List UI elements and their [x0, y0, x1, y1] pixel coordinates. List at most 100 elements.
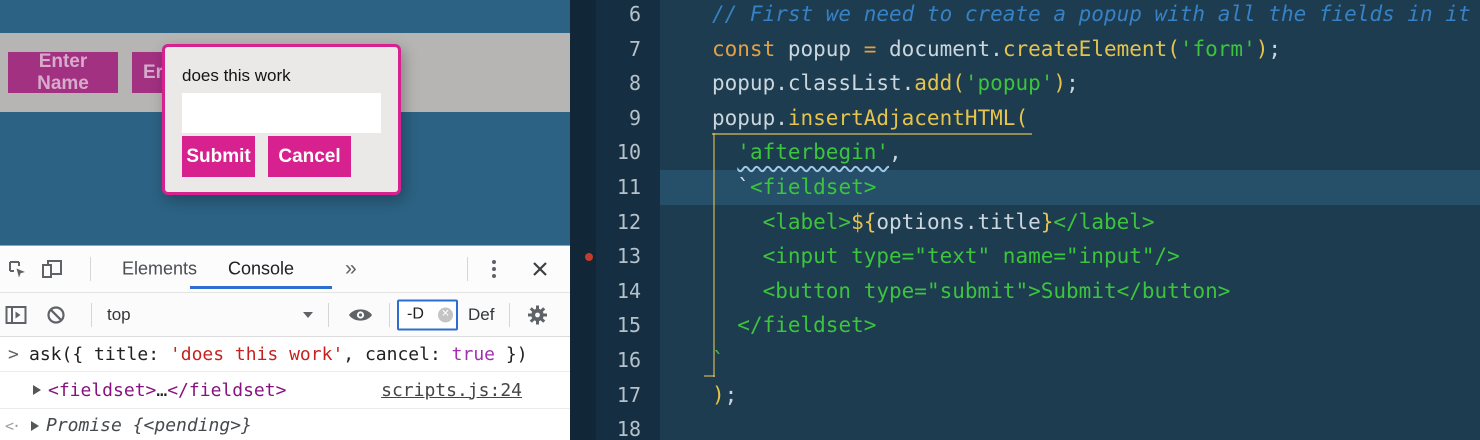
context-selector[interactable]: top — [107, 305, 131, 325]
text-segment: = — [864, 37, 877, 61]
code-text: 'afterbegin', — [660, 135, 902, 170]
popup-dialog: does this work Submit Cancel — [162, 44, 401, 195]
clear-filter-icon[interactable]: ✕ — [438, 307, 453, 322]
code-line: 17); — [570, 378, 1480, 413]
line-number[interactable]: 11 — [570, 170, 660, 205]
text-segment: </fieldset> — [167, 380, 286, 401]
tab-console[interactable]: Console — [190, 259, 332, 280]
line-number[interactable]: 9 — [570, 101, 660, 136]
text-segment — [712, 244, 763, 268]
text-segment: ${ — [851, 210, 876, 234]
text-segment: <input type="text" name="input"/> — [763, 244, 1180, 268]
console-input-chevron: > — [8, 344, 29, 365]
text-segment: ) — [712, 383, 725, 407]
inspect-icon[interactable] — [6, 258, 28, 280]
code-line: 12 <label>${options.title}</label> — [570, 205, 1480, 240]
line-number[interactable]: 6 — [570, 0, 660, 32]
cancel-button[interactable]: Cancel — [268, 136, 351, 177]
eye-icon[interactable] — [348, 306, 373, 323]
text-segment: <label> — [763, 210, 852, 234]
submit-button[interactable]: Submit — [182, 136, 255, 177]
line-number[interactable]: 13 — [570, 239, 660, 274]
text-segment: options.title — [876, 210, 1040, 234]
console-sidebar-icon[interactable] — [5, 305, 27, 324]
text-segment: 'afterbegin' — [737, 140, 889, 164]
text-segment: 'form' — [1180, 37, 1256, 61]
dropdown-caret-icon[interactable] — [303, 312, 313, 318]
text-segment: </fieldset> — [737, 313, 876, 337]
code-text: // First we need to create a popup with … — [660, 0, 1471, 32]
expand-triangle-icon[interactable] — [33, 385, 41, 395]
devtools-panel: Elements Console » — [0, 245, 570, 440]
code-text: ` — [660, 343, 725, 378]
browser-page: Enter Name Er does this work Submit Canc… — [0, 0, 570, 440]
console-message-text: <fieldset>…</fieldset> — [48, 380, 286, 401]
tab-elements[interactable]: Elements — [122, 259, 197, 280]
text-segment: createElement — [1003, 37, 1167, 61]
divider — [467, 257, 468, 281]
divider — [90, 257, 91, 281]
code-text: popup.classList.add('popup'); — [660, 66, 1079, 101]
line-number[interactable]: 14 — [570, 274, 660, 309]
text-segment: add — [914, 71, 952, 95]
enter-name-button[interactable]: Enter Name — [8, 52, 118, 93]
line-number[interactable]: 16 — [570, 343, 660, 378]
text-segment: </label> — [1053, 210, 1154, 234]
text-segment: } — [1041, 210, 1054, 234]
code-editor[interactable]: 6 // First we need to create a popup with… — [570, 0, 1480, 440]
clear-console-icon[interactable] — [46, 305, 66, 325]
console-row: >ask({ title: 'does this work', cancel: … — [0, 337, 570, 372]
code-line: 18 — [570, 412, 1480, 440]
text-segment: … — [156, 380, 167, 401]
enter-name-button-2[interactable]: Er — [132, 52, 166, 93]
divider — [328, 303, 329, 327]
code-text: <button type="submit">Submit</button> — [660, 274, 1230, 309]
filter-input[interactable]: -D ✕ — [397, 299, 458, 330]
text-segment: Promise {<pending>} — [46, 415, 252, 436]
breakpoint-dot[interactable] — [585, 253, 593, 261]
text-segment: <fieldset> — [48, 380, 156, 401]
code-line: 15 </fieldset> — [570, 308, 1480, 343]
text-segment: ) — [1256, 37, 1269, 61]
kebab-menu-icon[interactable] — [492, 260, 496, 278]
console-row: <·Promise {<pending>} — [0, 409, 570, 440]
text-segment: // First we need to create a popup with … — [712, 2, 1471, 26]
code-lines: 6 // First we need to create a popup with… — [570, 0, 1480, 440]
code-line: 6 // First we need to create a popup with… — [570, 0, 1480, 32]
line-number[interactable]: 8 — [570, 66, 660, 101]
text-segment: ( — [1015, 106, 1028, 130]
text-segment — [712, 210, 763, 234]
text-segment: document. — [876, 37, 1002, 61]
text-segment: const — [712, 37, 775, 61]
filter-value: -D — [407, 306, 438, 324]
line-number[interactable]: 15 — [570, 308, 660, 343]
popup-buttons: Submit Cancel — [182, 136, 381, 177]
close-icon[interactable] — [532, 261, 548, 277]
expand-triangle-icon[interactable] — [31, 421, 39, 431]
text-segment: insertAdjacentHTML — [788, 106, 1016, 130]
console-row: <fieldset>…</fieldset> scripts.js:24 — [0, 372, 570, 409]
text-segment — [712, 313, 737, 337]
line-number[interactable]: 10 — [570, 135, 660, 170]
code-text: ); — [660, 378, 737, 413]
text-segment — [712, 175, 737, 199]
device-toolbar-icon[interactable] — [41, 258, 64, 280]
text-segment: ask({ title: — [29, 344, 170, 365]
console-toolbar: top -D ✕ Def — [0, 293, 570, 337]
log-levels-selector[interactable]: Def — [468, 305, 494, 325]
code-text: popup.insertAdjacentHTML( — [660, 101, 1028, 136]
line-number[interactable]: 18 — [570, 412, 660, 440]
text-segment: popup — [775, 37, 864, 61]
devtools-tab-bar: Elements Console » — [0, 246, 570, 293]
text-segment: ` — [712, 348, 725, 372]
line-number[interactable]: 7 — [570, 32, 660, 67]
popup-text-input[interactable] — [182, 93, 381, 133]
line-number[interactable]: 12 — [570, 205, 660, 240]
line-number[interactable]: 17 — [570, 378, 660, 413]
text-segment: , cancel: — [343, 344, 451, 365]
source-link[interactable]: scripts.js:24 — [381, 380, 522, 401]
gear-icon[interactable] — [527, 304, 548, 325]
text-segment: <button type="submit">Submit</button> — [763, 279, 1231, 303]
more-tabs-icon[interactable]: » — [345, 257, 357, 281]
code-line: 16 ` — [570, 343, 1480, 378]
